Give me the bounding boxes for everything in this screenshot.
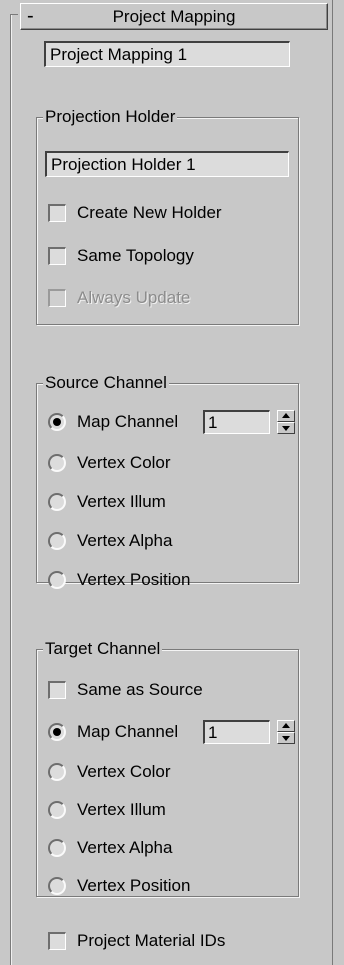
target-channel-group-title: Target Channel: [43, 638, 163, 660]
create-new-holder-label: Create New Holder: [77, 203, 222, 222]
target-map-channel-radio[interactable]: [48, 723, 66, 741]
same-topology-label: Same Topology: [77, 246, 194, 265]
projection-holder-group-title: Projection Holder: [43, 106, 178, 128]
same-topology-checkbox[interactable]: [48, 247, 66, 265]
source-channel-group-title: Source Channel: [43, 372, 169, 394]
spinner-down-button[interactable]: [277, 732, 295, 744]
source-vertex-illum-radio[interactable]: [48, 493, 66, 511]
target-vertex-illum-label: Vertex Illum: [77, 800, 166, 819]
rollout-frame-tick: [10, 14, 18, 15]
target-vertex-alpha-option[interactable]: Vertex Alpha: [48, 836, 288, 860]
target-map-channel-option[interactable]: Map Channel: [48, 720, 198, 744]
rollout-header-project-mapping[interactable]: Project Mapping -: [20, 3, 328, 30]
target-vertex-position-radio[interactable]: [48, 877, 66, 895]
target-vertex-color-label: Vertex Color: [77, 762, 171, 781]
source-vertex-color-option[interactable]: Vertex Color: [48, 451, 288, 475]
same-as-source-checkbox[interactable]: [48, 681, 66, 699]
create-new-holder-checkbox[interactable]: [48, 204, 66, 222]
source-vertex-illum-label: Vertex Illum: [77, 492, 166, 511]
project-material-ids-label: Project Material IDs: [77, 931, 226, 950]
target-vertex-illum-radio[interactable]: [48, 801, 66, 819]
project-material-ids-option[interactable]: Project Material IDs: [48, 929, 308, 953]
always-update-checkbox: [48, 289, 66, 307]
always-update-label: Always Update: [77, 288, 191, 307]
spinner-up-button[interactable]: [277, 410, 295, 422]
mapping-name-field[interactable]: Project Mapping 1: [44, 41, 290, 67]
panel-right-edge: [332, 0, 333, 965]
rollout-title: Project Mapping: [112, 7, 236, 26]
chevron-down-icon: [282, 426, 290, 431]
target-map-channel-label: Map Channel: [77, 722, 179, 741]
source-vertex-position-radio[interactable]: [48, 571, 66, 589]
source-vertex-color-radio[interactable]: [48, 454, 66, 472]
target-vertex-illum-option[interactable]: Vertex Illum: [48, 798, 288, 822]
rollout-frame-left-edge: [10, 14, 11, 965]
chevron-up-icon: [282, 413, 290, 418]
target-vertex-color-option[interactable]: Vertex Color: [48, 760, 288, 784]
same-topology-option[interactable]: Same Topology: [48, 244, 288, 268]
target-map-channel-spinner[interactable]: [277, 720, 295, 744]
source-map-channel-label: Map Channel: [77, 412, 179, 431]
source-vertex-position-option[interactable]: Vertex Position: [48, 568, 288, 592]
target-vertex-color-radio[interactable]: [48, 763, 66, 781]
source-vertex-alpha-option[interactable]: Vertex Alpha: [48, 529, 288, 553]
target-vertex-alpha-label: Vertex Alpha: [77, 838, 173, 857]
same-as-source-option[interactable]: Same as Source: [48, 678, 288, 702]
source-map-channel-option[interactable]: Map Channel: [48, 410, 198, 434]
collapse-icon[interactable]: -: [27, 4, 34, 29]
source-map-channel-radio[interactable]: [48, 413, 66, 431]
target-map-channel-input[interactable]: 1: [203, 720, 270, 744]
source-map-channel-spinner[interactable]: [277, 410, 295, 434]
same-as-source-label: Same as Source: [77, 680, 203, 699]
chevron-down-icon: [282, 736, 290, 741]
projection-holder-name-field[interactable]: Projection Holder 1: [45, 151, 289, 177]
source-map-channel-input[interactable]: 1: [203, 410, 270, 434]
always-update-option: Always Update: [48, 286, 288, 310]
source-vertex-alpha-radio[interactable]: [48, 532, 66, 550]
source-vertex-alpha-label: Vertex Alpha: [77, 531, 173, 550]
target-vertex-position-option[interactable]: Vertex Position: [48, 874, 288, 898]
create-new-holder-option[interactable]: Create New Holder: [48, 201, 288, 225]
source-vertex-position-label: Vertex Position: [77, 570, 191, 589]
target-vertex-alpha-radio[interactable]: [48, 839, 66, 857]
source-vertex-color-label: Vertex Color: [77, 453, 171, 472]
chevron-up-icon: [282, 723, 290, 728]
spinner-up-button[interactable]: [277, 720, 295, 732]
project-material-ids-checkbox[interactable]: [48, 932, 66, 950]
spinner-down-button[interactable]: [277, 422, 295, 434]
source-vertex-illum-option[interactable]: Vertex Illum: [48, 490, 288, 514]
target-vertex-position-label: Vertex Position: [77, 876, 191, 895]
